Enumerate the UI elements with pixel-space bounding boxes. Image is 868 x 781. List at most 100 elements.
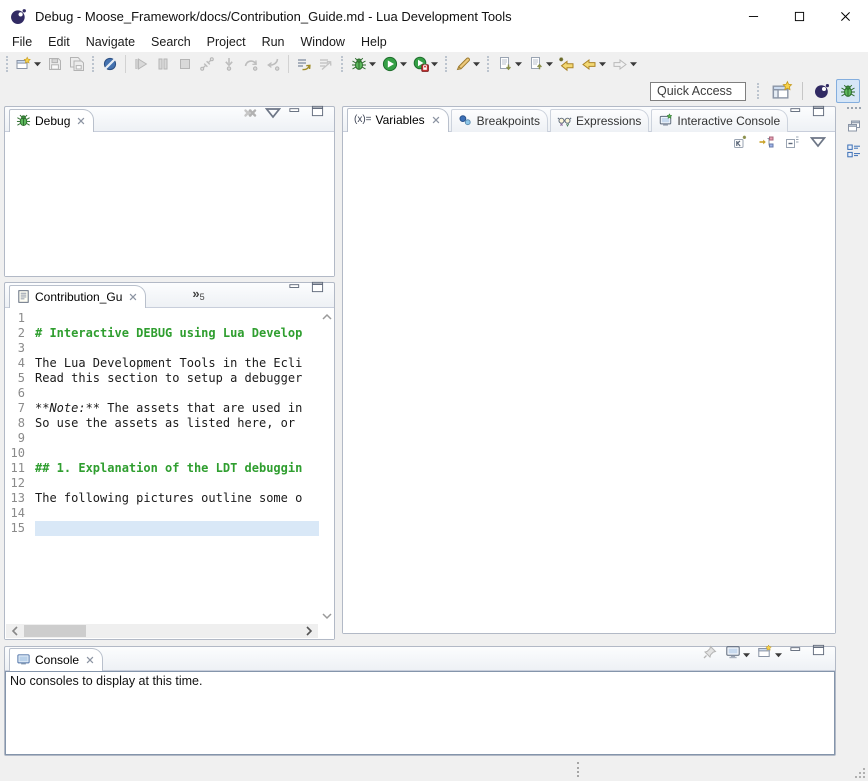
dropdown-arrow-icon[interactable]	[546, 61, 553, 67]
menu-project[interactable]: Project	[199, 33, 254, 51]
window-minimize-button[interactable]	[730, 0, 776, 32]
close-icon[interactable]	[85, 655, 95, 665]
debug-perspective-button[interactable]	[836, 79, 860, 103]
window-close-button[interactable]	[822, 0, 868, 32]
menu-bar: FileEditNavigateSearchProjectRunWindowHe…	[0, 32, 868, 52]
close-icon[interactable]	[76, 116, 86, 126]
maximize-button[interactable]	[311, 105, 327, 126]
show-type-names-button[interactable]	[732, 134, 748, 155]
tab-variables[interactable]: (x)=Variables	[347, 108, 449, 132]
console-content[interactable]: No consoles to display at this time.	[5, 671, 835, 755]
quick-access-input[interactable]	[650, 82, 746, 101]
debug-view-content[interactable]	[5, 132, 334, 276]
dropdown-arrow-icon[interactable]	[369, 61, 376, 67]
tab-contribution-gu[interactable]: Contribution_Gu	[9, 285, 146, 308]
new-wizard-button[interactable]	[14, 53, 43, 75]
dropdown-arrow-icon[interactable]	[743, 652, 750, 658]
hidden-editors-indicator[interactable]: »5	[192, 286, 204, 307]
maximize-button[interactable]	[812, 644, 828, 665]
menu-navigate[interactable]: Navigate	[78, 33, 143, 51]
dropdown-arrow-icon[interactable]	[400, 61, 407, 67]
dropdown-arrow-icon[interactable]	[515, 61, 522, 67]
dropdown-arrow-icon[interactable]	[34, 61, 41, 67]
last-edit-location-icon	[559, 56, 575, 72]
tab-debug[interactable]: Debug	[9, 109, 94, 132]
editor-line[interactable]: 5Read this section to setup a debugger	[5, 371, 319, 386]
display-selected-console-button[interactable]	[725, 644, 750, 665]
horizontal-scroll-thumb[interactable]	[24, 625, 86, 637]
run-button[interactable]	[380, 53, 409, 75]
application-window: Debug - Moose_Framework/docs/Contributio…	[0, 0, 868, 781]
editor-line[interactable]: 14	[5, 506, 319, 521]
maximize-button[interactable]	[812, 105, 828, 126]
show-logical-structure-button[interactable]	[758, 134, 774, 155]
editor-line[interactable]: 7**Note:** The assets that are used in	[5, 401, 319, 416]
editor-line[interactable]: 2# Interactive DEBUG using Lua Develop	[5, 326, 319, 341]
previous-annotation-button[interactable]	[526, 53, 555, 75]
minimize-button[interactable]	[288, 281, 304, 302]
editor-line[interactable]: 10	[5, 446, 319, 461]
lua-perspective-button[interactable]	[810, 79, 834, 103]
close-icon[interactable]	[128, 292, 138, 302]
editor-line[interactable]: 6	[5, 386, 319, 401]
minimize-button[interactable]	[789, 105, 805, 126]
window-resize-grip[interactable]	[853, 766, 866, 779]
restore-view-button[interactable]	[844, 116, 864, 136]
strip-drag-handle[interactable]	[847, 107, 861, 111]
collapse-all-button[interactable]	[784, 134, 800, 155]
editor-vertical-scrollbar[interactable]	[320, 310, 334, 623]
statusbar-drag-handle[interactable]	[577, 762, 579, 777]
scroll-right-icon[interactable]	[304, 626, 314, 636]
maximize-button[interactable]	[311, 281, 327, 302]
menu-run[interactable]: Run	[254, 33, 293, 51]
close-icon[interactable]	[431, 115, 441, 125]
scroll-up-icon[interactable]	[322, 312, 332, 322]
run-coverage-button[interactable]	[411, 53, 440, 75]
tab-console[interactable]: Console	[9, 648, 103, 671]
minimize-button[interactable]	[789, 644, 805, 665]
menu-window[interactable]: Window	[293, 33, 353, 51]
next-annotation-button[interactable]	[495, 53, 524, 75]
tab-interactive-console[interactable]: Interactive Console	[651, 109, 788, 132]
external-tools-button[interactable]	[453, 53, 482, 75]
variables-view-content[interactable]	[343, 156, 835, 633]
dropdown-arrow-icon[interactable]	[431, 61, 438, 67]
tab-expressions[interactable]: Expressions	[550, 109, 649, 132]
skip-all-breakpoints-button[interactable]	[100, 53, 120, 75]
view-menu-button[interactable]	[265, 105, 281, 126]
editor-line[interactable]: 11## 1. Explanation of the LDT debuggin	[5, 461, 319, 476]
debug-button[interactable]	[349, 53, 378, 75]
dropdown-arrow-icon[interactable]	[473, 61, 480, 67]
last-edit-location-button[interactable]	[557, 53, 577, 75]
menu-search[interactable]: Search	[143, 33, 199, 51]
open-perspective-button[interactable]	[771, 79, 795, 103]
view-menu-button[interactable]	[810, 134, 826, 155]
editor-line[interactable]: 1	[5, 311, 319, 326]
tab-breakpoints[interactable]: Breakpoints	[451, 109, 548, 132]
editor-line[interactable]: 13The following pictures outline some o	[5, 491, 319, 506]
menu-file[interactable]: File	[4, 33, 40, 51]
editor-line[interactable]: 12	[5, 476, 319, 491]
window-maximize-button[interactable]	[776, 0, 822, 32]
editor-line[interactable]: 3	[5, 341, 319, 356]
outline-view-button[interactable]	[844, 141, 864, 161]
code-area[interactable]: 12# Interactive DEBUG using Lua Develop3…	[5, 311, 319, 624]
dropdown-arrow-icon[interactable]	[599, 61, 606, 67]
back-button[interactable]	[579, 53, 608, 75]
use-step-filters-button[interactable]	[294, 53, 314, 75]
editor-line[interactable]: 4The Lua Development Tools in the Ecli	[5, 356, 319, 371]
open-console-button[interactable]	[757, 644, 782, 665]
editor-line[interactable]: 15	[5, 521, 319, 536]
scroll-down-icon[interactable]	[322, 611, 332, 621]
editor-line[interactable]: 9	[5, 431, 319, 446]
run-coverage-icon	[413, 56, 429, 72]
code-text	[35, 341, 319, 356]
scroll-left-icon[interactable]	[10, 626, 20, 636]
menu-edit[interactable]: Edit	[40, 33, 78, 51]
minimize-button[interactable]	[288, 105, 304, 126]
dropdown-arrow-icon[interactable]	[775, 652, 782, 658]
editor-horizontal-scrollbar[interactable]	[6, 624, 318, 638]
menu-help[interactable]: Help	[353, 33, 395, 51]
editor-line[interactable]: 8So use the assets as listed here, or	[5, 416, 319, 431]
tab-label: Interactive Console	[677, 114, 780, 128]
